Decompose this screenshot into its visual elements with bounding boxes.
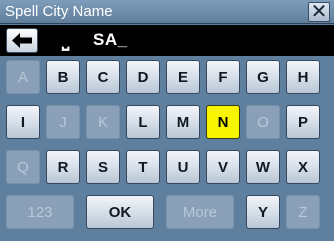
- numbers-button[interactable]: 123: [6, 195, 74, 229]
- keyboard: A B C D E F G H I J K L M N O P Q R S T …: [0, 56, 334, 241]
- ok-button[interactable]: OK: [86, 195, 154, 229]
- close-button[interactable]: ✕: [308, 2, 330, 22]
- key-w[interactable]: W: [246, 150, 280, 184]
- key-q[interactable]: Q: [6, 150, 40, 184]
- key-o[interactable]: O: [246, 105, 280, 139]
- back-arrow-icon: [12, 33, 32, 48]
- key-n[interactable]: N: [206, 105, 240, 139]
- key-e[interactable]: E: [166, 60, 200, 94]
- key-s[interactable]: S: [86, 150, 120, 184]
- backspace-button[interactable]: [6, 28, 38, 53]
- key-p[interactable]: P: [286, 105, 320, 139]
- text-entry-bar: ⎵ SA_: [0, 25, 334, 56]
- key-r[interactable]: R: [46, 150, 80, 184]
- more-button[interactable]: More: [166, 195, 234, 229]
- key-g[interactable]: G: [246, 60, 280, 94]
- key-b[interactable]: B: [46, 60, 80, 94]
- key-t[interactable]: T: [126, 150, 160, 184]
- space-key-icon[interactable]: ⎵: [62, 28, 69, 52]
- entered-text: SA_: [93, 30, 128, 49]
- key-c[interactable]: C: [86, 60, 120, 94]
- key-v[interactable]: V: [206, 150, 240, 184]
- key-x[interactable]: X: [286, 150, 320, 184]
- key-u[interactable]: U: [166, 150, 200, 184]
- key-d[interactable]: D: [126, 60, 160, 94]
- key-l[interactable]: L: [126, 105, 160, 139]
- key-a[interactable]: A: [6, 60, 40, 94]
- title-bar: Spell City Name ✕: [0, 0, 334, 24]
- key-y[interactable]: Y: [246, 195, 280, 229]
- key-j[interactable]: J: [46, 105, 80, 139]
- key-i[interactable]: I: [6, 105, 40, 139]
- page-title: Spell City Name: [5, 3, 113, 20]
- key-f[interactable]: F: [206, 60, 240, 94]
- key-m[interactable]: M: [166, 105, 200, 139]
- key-h[interactable]: H: [286, 60, 320, 94]
- key-z[interactable]: Z: [286, 195, 320, 229]
- close-icon: ✕: [310, 1, 328, 23]
- spell-city-screen: Spell City Name ✕ ⎵ SA_ A B C D E F G H …: [0, 0, 334, 241]
- key-k[interactable]: K: [86, 105, 120, 139]
